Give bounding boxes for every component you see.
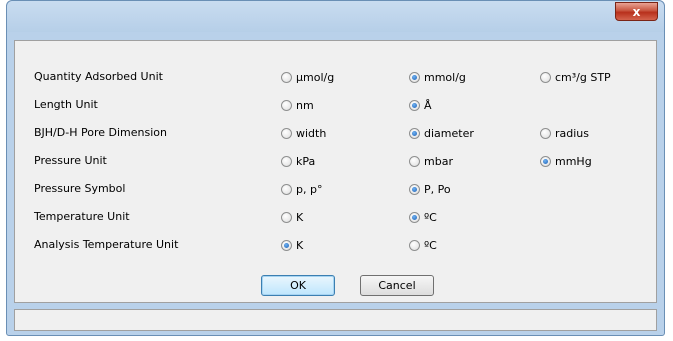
row-label: Length Unit [34,98,98,111]
radio-icon[interactable] [281,99,292,111]
radio-icon[interactable] [540,127,551,139]
radio-label: p, p° [296,182,323,196]
cancel-button[interactable]: Cancel [360,275,434,296]
radio-width[interactable]: width [281,124,326,142]
radio-icon[interactable] [281,127,292,139]
radio-umol-g[interactable]: μmol/g [281,68,334,86]
row-label: BJH/D-H Pore Dimension [34,126,167,139]
radio-icon[interactable] [281,71,292,83]
title-bar[interactable]: x [7,1,664,32]
radio-mmhg[interactable]: mmHg [540,152,592,170]
radio-label: diameter [424,126,474,140]
radio-mmol-g[interactable]: mmol/g [409,68,466,86]
row-pressure-unit: Pressure Unit kPa mbar mmHg [15,152,656,170]
radio-icon[interactable] [281,211,292,223]
settings-panel: Quantity Adsorbed Unit μmol/g mmol/g cm³… [14,40,657,303]
radio-label: mmol/g [424,70,466,84]
radio-label: K [296,210,304,224]
radio-P-Po[interactable]: P, Po [409,180,451,198]
radio-icon[interactable] [281,183,292,195]
radio-icon[interactable] [409,183,420,195]
radio-label: ºC [424,238,437,252]
ok-button[interactable]: OK [261,275,335,296]
radio-icon[interactable] [409,99,420,111]
row-bjh-pore-dimension: BJH/D-H Pore Dimension width diameter ra… [15,124,656,142]
row-label: Pressure Unit [34,154,107,167]
row-temperature-unit: Temperature Unit K ºC [15,208,656,226]
radio-label: nm [296,98,314,112]
radio-label: K [296,238,304,252]
radio-analysis-celsius[interactable]: ºC [409,236,437,254]
radio-label: kPa [296,154,316,168]
radio-kelvin[interactable]: K [281,208,303,226]
radio-radius[interactable]: radius [540,124,589,142]
radio-nm[interactable]: nm [281,96,314,114]
radio-celsius[interactable]: ºC [409,208,437,226]
radio-icon[interactable] [281,239,292,251]
row-pressure-symbol: Pressure Symbol p, p° P, Po [15,180,656,198]
radio-label: radius [555,126,590,140]
dialog-window: x Quantity Adsorbed Unit μmol/g mmol/g c… [6,0,665,336]
radio-label: width [296,126,327,140]
radio-label: Å [424,98,432,112]
radio-angstrom[interactable]: Å [409,96,432,114]
radio-icon[interactable] [540,71,551,83]
status-bar [14,309,657,331]
radio-label: mmHg [555,154,592,168]
close-icon: x [632,5,641,19]
radio-icon[interactable] [409,71,420,83]
radio-diameter[interactable]: diameter [409,124,474,142]
radio-mbar[interactable]: mbar [409,152,453,170]
row-label: Temperature Unit [34,210,130,223]
radio-icon[interactable] [540,155,551,167]
radio-analysis-kelvin[interactable]: K [281,236,303,254]
row-analysis-temperature-unit: Analysis Temperature Unit K ºC [15,236,656,254]
radio-label: mbar [424,154,453,168]
radio-label: cm³/g STP [555,70,611,84]
row-label: Quantity Adsorbed Unit [34,70,163,83]
radio-label: ºC [424,210,437,224]
radio-label: μmol/g [296,70,335,84]
row-quantity-adsorbed-unit: Quantity Adsorbed Unit μmol/g mmol/g cm³… [15,68,656,86]
radio-kpa[interactable]: kPa [281,152,315,170]
row-label: Pressure Symbol [34,182,126,195]
radio-icon[interactable] [409,155,420,167]
close-button[interactable]: x [615,2,658,21]
radio-icon[interactable] [409,239,420,251]
row-length-unit: Length Unit nm Å [15,96,656,114]
radio-label: P, Po [424,182,451,196]
radio-cm3-g-stp[interactable]: cm³/g STP [540,68,611,86]
row-label: Analysis Temperature Unit [34,238,179,251]
radio-p-p0[interactable]: p, p° [281,180,322,198]
radio-icon[interactable] [281,155,292,167]
radio-icon[interactable] [409,127,420,139]
radio-icon[interactable] [409,211,420,223]
